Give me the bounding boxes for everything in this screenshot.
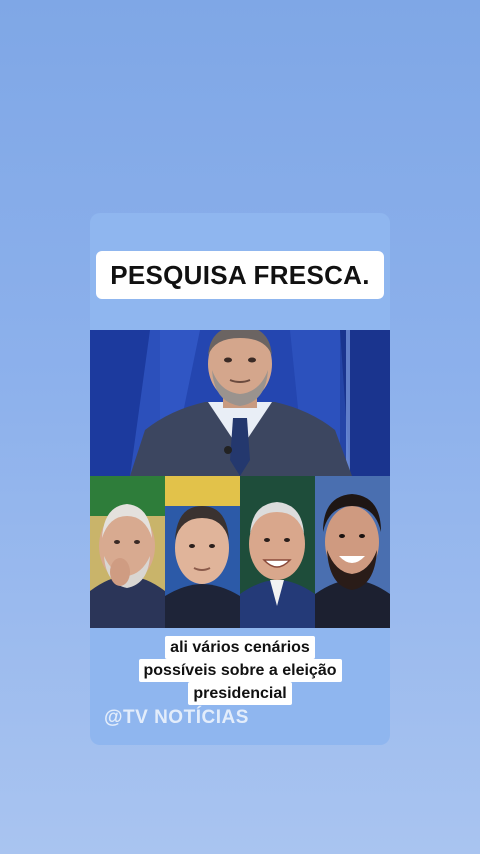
- post-card: PESQUISA FRESCA. ali vários cenários pos…: [90, 213, 390, 745]
- caption-block: ali vários cenários possíveis sobre a el…: [90, 636, 390, 705]
- candidate-photo-4: [315, 476, 390, 628]
- candidate-photo-3: [240, 476, 315, 628]
- screen: { "post": { "title": "PESQUISA FRESCA.",…: [0, 0, 480, 854]
- candidate-illustration-3: [240, 476, 315, 628]
- candidate-photo-2: [165, 476, 240, 628]
- candidate-photo-1: [90, 476, 165, 628]
- title-banner: PESQUISA FRESCA.: [96, 251, 384, 299]
- caption-line-3: presidencial: [188, 682, 292, 705]
- watermark-text: @TV NOTÍCIAS: [104, 707, 249, 728]
- caption-line-2: possíveis sobre a eleição: [138, 659, 342, 682]
- post-title: PESQUISA FRESCA.: [110, 259, 370, 290]
- candidate-illustration-2: [165, 476, 240, 628]
- candidate-illustration-1: [90, 476, 165, 628]
- news-anchor-photo: [90, 330, 390, 476]
- candidate-illustration-4: [315, 476, 390, 628]
- candidates-strip: [90, 476, 390, 628]
- caption-line-1: ali vários cenários: [165, 636, 315, 659]
- anchor-illustration: [90, 330, 390, 476]
